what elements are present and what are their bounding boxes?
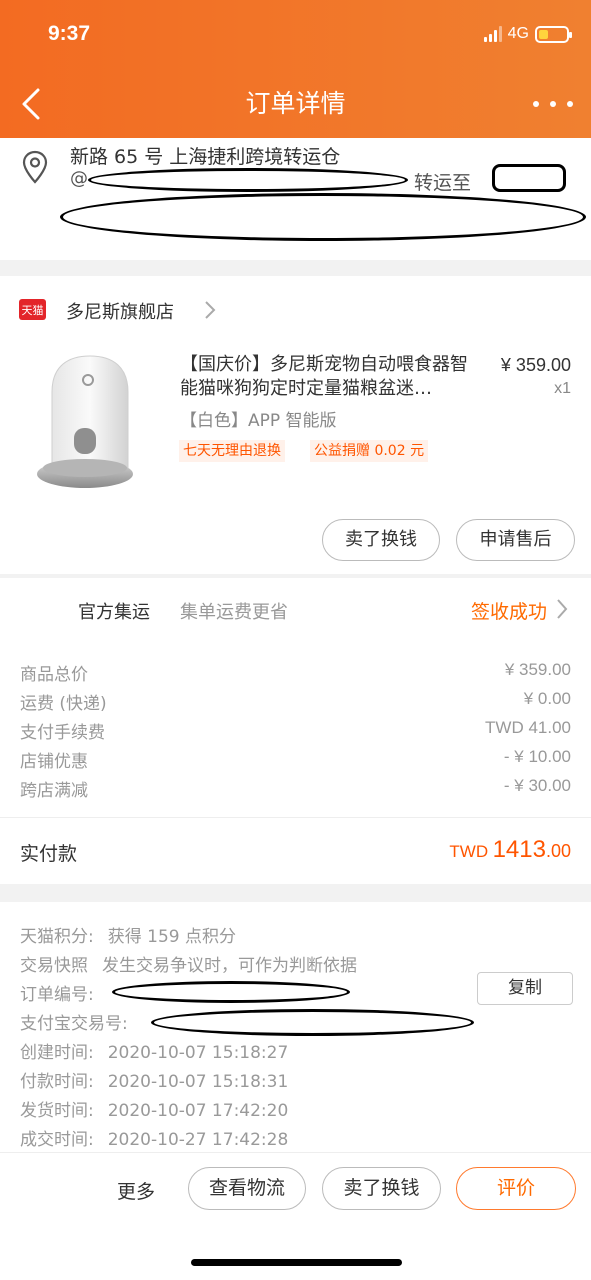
points-row: 天猫积分: 获得 159 点积分	[20, 922, 236, 947]
address-prefix: @	[70, 168, 88, 189]
time-row: 创建时间: 2020-10-07 15:18:27	[20, 1038, 288, 1063]
time-label: 创建时间:	[20, 1043, 94, 1063]
paid-currency: TWD	[449, 842, 489, 861]
cost-value: TWD 41.00	[485, 718, 571, 737]
time-row: 发货时间: 2020-10-07 17:42:20	[20, 1096, 288, 1121]
cost-value: - ¥ 30.00	[503, 776, 571, 795]
paid-label: 实付款	[20, 843, 78, 865]
time-row: 付款时间: 2020-10-07 15:18:31	[20, 1067, 288, 1092]
cost-label: 店铺优惠	[20, 752, 88, 772]
top-bar: 9:37 4G 订单详情	[0, 0, 591, 138]
points-label: 天猫积分:	[20, 927, 94, 947]
snapshot-row[interactable]: 交易快照 发生交易争议时，可作为判断依据	[20, 951, 357, 976]
paid-amount: TWD 1413.00	[449, 836, 571, 864]
cost-row: 跨店满减 - ¥ 30.00	[20, 776, 571, 801]
time-label: 发货时间:	[20, 1101, 94, 1121]
redacted-mark	[88, 168, 408, 192]
alipay-row: 支付宝交易号:	[20, 1009, 128, 1034]
cost-row: 店铺优惠 - ¥ 10.00	[20, 747, 571, 772]
cost-label: 运费 (快递)	[20, 694, 107, 714]
cost-value: ¥ 359.00	[504, 660, 571, 679]
tmall-badge-icon: 天猫	[19, 299, 46, 320]
shipping-status[interactable]: 签收成功	[471, 597, 547, 624]
home-indicator[interactable]	[191, 1259, 402, 1266]
cost-label: 商品总价	[20, 665, 88, 685]
points-value: 获得 159 点积分	[107, 927, 236, 947]
signal-icon	[483, 26, 502, 42]
cost-label: 跨店满减	[20, 781, 88, 801]
product-price: ¥ 359.00	[500, 355, 571, 375]
paid-integer: 1413	[492, 836, 546, 863]
transfer-label: 转运至	[414, 172, 472, 194]
snapshot-label[interactable]: 交易快照	[20, 956, 88, 976]
cost-value: - ¥ 10.00	[503, 747, 571, 766]
product-quantity: x1	[554, 380, 571, 397]
redacted-mark	[112, 981, 350, 1003]
battery-icon	[535, 25, 572, 43]
order-number-label: 订单编号:	[20, 985, 94, 1005]
cost-label: 支付手续费	[20, 723, 105, 743]
cost-value: ¥ 0.00	[523, 689, 571, 708]
paid-decimal: .00	[545, 841, 571, 861]
redacted-mark	[492, 164, 566, 192]
product-image[interactable]	[30, 352, 140, 496]
alipay-label: 支付宝交易号:	[20, 1014, 128, 1034]
cost-row: 运费 (快递) ¥ 0.00	[20, 689, 571, 714]
address-line: 新路 65 号 上海捷利跨境转运仓	[70, 146, 341, 168]
sell-item-button[interactable]: 卖了换钱	[322, 519, 440, 561]
time-value: 2020-10-07 17:42:20	[107, 1101, 289, 1121]
review-button[interactable]: 评价	[456, 1167, 576, 1210]
more-dots-icon[interactable]	[533, 90, 573, 118]
product-title[interactable]: 【国庆价】多尼斯宠物自动喂食器智能猫咪狗狗定时定量猫粮盆迷…	[180, 353, 470, 401]
network-type: 4G	[507, 25, 529, 42]
time-row: 成交时间: 2020-10-27 17:42:28	[20, 1125, 288, 1150]
shop-name[interactable]: 多尼斯旗舰店	[66, 298, 174, 324]
view-logistics-button[interactable]: 查看物流	[188, 1167, 306, 1210]
page-title: 订单详情	[245, 89, 346, 118]
time-label: 付款时间:	[20, 1072, 94, 1092]
shipping-desc: 集单运费更省	[180, 602, 288, 623]
after-sales-button[interactable]: 申请售后	[456, 519, 575, 561]
time-value: 2020-10-27 17:42:28	[107, 1130, 289, 1150]
chevron-right-icon[interactable]	[204, 300, 216, 324]
product-sku: 【白色】APP 智能版	[180, 411, 337, 431]
shipping-label: 官方集运	[78, 602, 150, 623]
copy-button[interactable]: 复制	[477, 972, 573, 1005]
location-pin-icon	[22, 150, 48, 188]
status-time: 9:37	[48, 22, 91, 45]
sell-button[interactable]: 卖了换钱	[322, 1167, 441, 1210]
cost-row: 商品总价 ¥ 359.00	[20, 660, 571, 685]
donation-tag: 公益捐赠 0.02 元	[310, 440, 429, 462]
cost-row: 支付手续费 TWD 41.00	[20, 718, 571, 743]
order-number-row: 订单编号:	[20, 980, 94, 1005]
more-button[interactable]: 更多	[117, 1177, 155, 1204]
time-value: 2020-10-07 15:18:31	[107, 1072, 289, 1092]
snapshot-value: 发生交易争议时，可作为判断依据	[102, 956, 357, 976]
time-value: 2020-10-07 15:18:27	[107, 1043, 289, 1063]
chevron-right-icon[interactable]	[555, 598, 569, 624]
redacted-mark	[60, 193, 586, 241]
status-indicators: 4G	[483, 25, 572, 43]
time-label: 成交时间:	[20, 1130, 94, 1150]
return-policy-tag: 七天无理由退换	[179, 440, 285, 462]
redacted-mark	[151, 1009, 474, 1036]
